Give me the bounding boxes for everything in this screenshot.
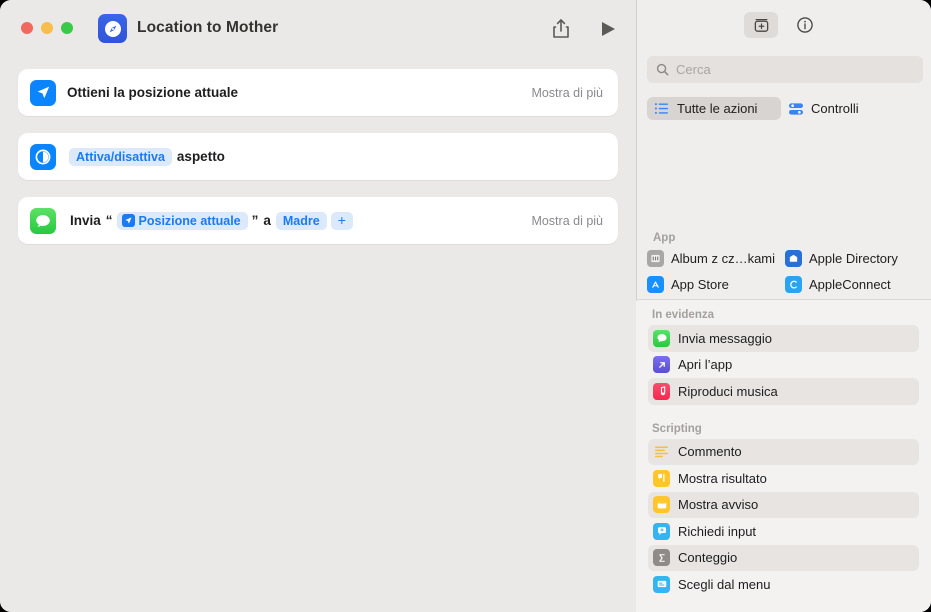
overlay-item-label: Commento	[678, 444, 742, 460]
app-label: Album z cz…kami	[671, 250, 776, 266]
overlay-item-mostra-avviso[interactable]: Mostra avviso	[648, 491, 919, 518]
category-posizione[interactable]: Posizione	[923, 97, 931, 120]
window-controls	[21, 22, 73, 34]
comment-lines-icon	[653, 443, 670, 460]
app-item[interactable]: AppleConnect	[785, 274, 923, 294]
suggestions-overlay: In evidenza Invia messaggio Apri l’app R…	[636, 299, 931, 612]
overlay-item-riproduci-musica[interactable]: Riproduci musica	[648, 378, 919, 405]
document-title: Location to Mother	[137, 19, 279, 36]
ask-input-icon	[653, 522, 670, 540]
location-arrow-icon	[30, 79, 56, 106]
overlay-item-label: Mostra avviso	[678, 497, 759, 513]
count-sigma-icon	[653, 549, 670, 567]
app-label: App Store	[671, 276, 729, 292]
app-label: Apple Directory	[809, 250, 898, 266]
share-icon[interactable]	[550, 17, 572, 41]
title-bar: Location to Mother	[0, 0, 636, 58]
section-header-app: App	[653, 232, 676, 244]
variable-token-current-location[interactable]: Posizione attuale	[116, 211, 248, 230]
app-item[interactable]: Album z cz…kami	[647, 248, 785, 268]
search-icon	[656, 63, 669, 76]
section-header-scripting: Scripting	[652, 422, 702, 435]
appearance-trailing-text: aspetto	[176, 149, 225, 164]
overlay-item-richiedi-input[interactable]: Richiedi input	[648, 518, 919, 545]
action-title: Ottieni la posizione attuale	[67, 85, 239, 100]
sidebar-toolbar	[637, 0, 931, 50]
apple-directory-icon	[785, 249, 802, 267]
overlay-item-label: Mostra risultato	[678, 470, 767, 486]
category-grid: Tutte le azioni Controlli	[647, 95, 923, 122]
add-recipient-button[interactable]: +	[330, 211, 353, 230]
close-quote: ”	[251, 213, 259, 228]
app-store-icon	[647, 275, 664, 293]
search-field[interactable]: Cerca	[647, 56, 923, 83]
overlay-item-label: Richiedi input	[678, 523, 757, 539]
close-button[interactable]	[21, 22, 33, 34]
action-card-toggle-appearance[interactable]: Attiva/disattiva aspetto	[18, 133, 618, 180]
appleconnect-icon	[785, 275, 802, 293]
show-more-button[interactable]: Mostra di più	[531, 214, 603, 228]
messages-icon	[30, 207, 56, 234]
sliders-icon	[787, 101, 804, 117]
shortcuts-window: Location to Mother Ottieni la posizione …	[0, 0, 931, 612]
messages-icon	[653, 329, 670, 347]
action-list: Ottieni la posizione attuale Mostra di p…	[18, 69, 618, 261]
overlay-item-invia-messaggio[interactable]: Invia messaggio	[648, 325, 919, 352]
app-section: App Album z cz…kami Apple Directory App …	[647, 232, 923, 294]
app-label: AppleConnect	[809, 276, 891, 292]
open-app-icon	[653, 356, 670, 374]
search-placeholder: Cerca	[676, 62, 711, 77]
overlay-item-label: Scegli dal menu	[678, 576, 771, 592]
action-card-send-message[interactable]: Invia “ Posizione attuale ” a Madre + Mo…	[18, 197, 618, 244]
overlay-item-label: Conteggio	[678, 550, 738, 566]
choose-menu-icon	[653, 575, 670, 593]
section-header-in-evidenza: In evidenza	[652, 309, 714, 321]
category-label: Tutte le azioni	[677, 101, 758, 116]
appearance-toggle-icon	[30, 143, 56, 170]
shortcut-app-icon	[98, 14, 127, 43]
appearance-token[interactable]: Attiva/disattiva	[69, 147, 172, 166]
show-result-icon	[653, 469, 670, 487]
action-library-icon[interactable]	[744, 12, 778, 38]
alert-icon	[653, 496, 670, 514]
send-lead-text: Invia	[70, 213, 101, 228]
overlay-item-mostra-risultato[interactable]: Mostra risultato	[648, 465, 919, 492]
app-item[interactable]: App Store	[647, 274, 785, 294]
location-arrow-icon	[121, 214, 135, 227]
action-card-get-location[interactable]: Ottieni la posizione attuale Mostra di p…	[18, 69, 618, 116]
variable-token-label: Posizione attuale	[138, 213, 241, 228]
app-grid: Album z cz…kami Apple Directory App Stor…	[647, 248, 923, 294]
overlay-item-commento[interactable]: Commento	[648, 438, 919, 465]
overlay-item-label: Riproduci musica	[678, 383, 778, 399]
overlay-item-scegli-dal-menu[interactable]: Scegli dal menu	[648, 571, 919, 598]
minimize-button[interactable]	[41, 22, 53, 34]
overlay-item-conteggio[interactable]: Conteggio	[648, 544, 919, 571]
play-icon[interactable]	[598, 19, 618, 39]
overlay-item-label: Apri l’app	[678, 357, 733, 373]
list-icon	[653, 101, 670, 117]
info-icon[interactable]	[788, 12, 822, 38]
category-label: Controlli	[811, 101, 859, 116]
app-item[interactable]: Apple Directory	[785, 248, 923, 268]
editor-pane: Location to Mother Ottieni la posizione …	[0, 0, 636, 612]
show-more-button[interactable]: Mostra di più	[531, 86, 603, 100]
zoom-button[interactable]	[61, 22, 73, 34]
compass-icon	[104, 20, 121, 37]
category-controlli[interactable]: Controlli	[781, 97, 923, 120]
overlay-item-label: Invia messaggio	[678, 330, 772, 346]
overlay-item-apri-lapp[interactable]: Apri l’app	[648, 352, 919, 379]
open-quote: “	[105, 213, 113, 228]
photo-album-icon	[647, 249, 664, 267]
category-tutte-le-azioni[interactable]: Tutte le azioni	[647, 97, 781, 120]
music-icon	[653, 382, 670, 400]
preposition-text: a	[263, 213, 271, 228]
recipient-token-madre[interactable]: Madre	[275, 211, 327, 230]
